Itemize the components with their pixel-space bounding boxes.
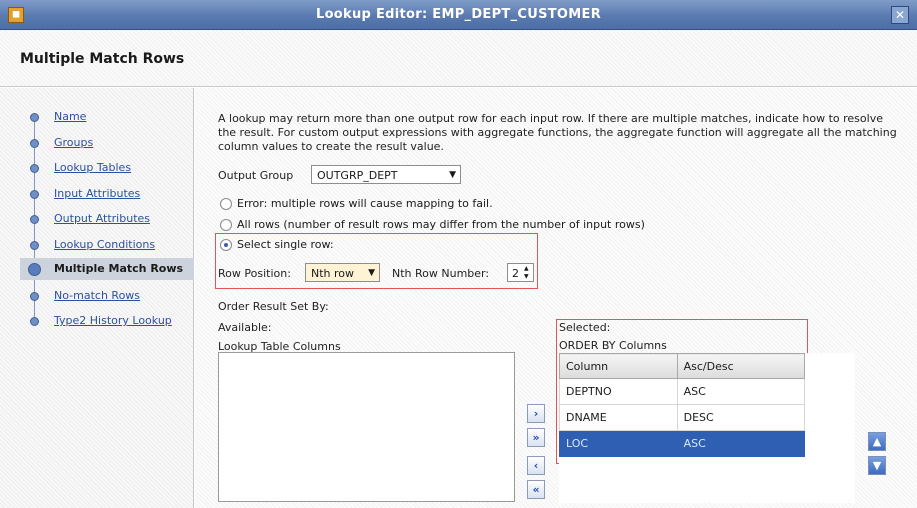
nav-item-input-attributes[interactable]: Input Attributes [20, 183, 194, 205]
nav-item-label: Multiple Match Rows [54, 262, 184, 275]
nth-row-number-label: Nth Row Number: [392, 267, 490, 280]
radio-label: Error: multiple rows will cause mapping … [237, 197, 493, 210]
cell-column: DNAME [559, 404, 678, 431]
nav-item-label: Output Attributes [54, 212, 151, 225]
step-dot-icon [30, 215, 39, 224]
move-all-left-button[interactable]: « [527, 480, 545, 499]
nav-item-no-match-rows[interactable]: No-match Rows [20, 285, 194, 307]
table-row[interactable]: DEPTNO ASC [559, 378, 806, 405]
main-panel: A lookup may return more than one output… [195, 88, 917, 508]
row-position-label: Row Position: [218, 267, 291, 280]
step-dot-icon [30, 190, 39, 199]
move-up-button[interactable]: ▲ [868, 432, 886, 451]
nth-row-number-value: 2 [512, 267, 519, 280]
cell-column: DEPTNO [559, 378, 678, 405]
nav-item-label: Input Attributes [54, 187, 141, 200]
chevron-down-icon: ▼ [449, 170, 456, 180]
radio-button[interactable] [220, 239, 232, 251]
output-group-value: OUTGRP_DEPT [317, 169, 398, 182]
title-bar: ◼ Lookup Editor: EMP_DEPT_CUSTOMER ✕ [0, 0, 917, 30]
selected-header: ORDER BY Columns [559, 339, 667, 352]
radio-button[interactable] [220, 198, 232, 210]
column-header-asc-desc[interactable]: Asc/Desc [676, 353, 806, 379]
nav-item-output-attributes[interactable]: Output Attributes [20, 208, 194, 230]
window-title: Lookup Editor: EMP_DEPT_CUSTOMER [315, 7, 602, 22]
table-row[interactable]: DNAME DESC [559, 404, 806, 431]
available-columns-list[interactable] [218, 352, 515, 502]
radio-label: Select single row: [237, 238, 334, 251]
column-header-column[interactable]: Column [559, 353, 678, 379]
nav-item-label: Groups [54, 136, 94, 149]
output-group-label: Output Group [218, 169, 294, 182]
move-all-right-button[interactable]: » [527, 428, 545, 447]
move-down-button[interactable]: ▼ [868, 456, 886, 475]
wizard-nav: Name Groups Lookup Tables Input Attribut… [0, 88, 194, 508]
spinner-arrows-icon[interactable]: ▲ ▼ [524, 265, 532, 281]
nav-item-label: Name [54, 110, 87, 123]
nav-item-label: No-match Rows [54, 289, 141, 302]
cell-column: LOC [559, 430, 678, 457]
nav-item-lookup-conditions[interactable]: Lookup Conditions [20, 234, 194, 256]
cell-order[interactable]: ASC [676, 378, 806, 405]
nav-item-label: Type2 History Lookup [54, 314, 172, 327]
output-group-select[interactable]: OUTGRP_DEPT ▼ [311, 165, 461, 184]
step-dot-icon [30, 164, 39, 173]
step-dot-icon [30, 317, 39, 326]
nav-item-label: Lookup Tables [54, 161, 132, 174]
step-dot-icon [30, 292, 39, 301]
cell-order[interactable]: DESC [676, 404, 806, 431]
nav-item-label: Lookup Conditions [54, 238, 156, 251]
order-by-label: Order Result Set By: [218, 300, 329, 313]
cell-order[interactable]: ASC [676, 430, 806, 457]
table-row-selected[interactable]: LOC ASC [559, 430, 806, 457]
nav-item-type2-history-lookup[interactable]: Type2 History Lookup [20, 310, 194, 332]
radio-label: All rows (number of result rows may diff… [237, 218, 645, 231]
chevron-down-icon: ▼ [368, 268, 375, 278]
row-position-select[interactable]: Nth row ▼ [305, 263, 380, 282]
row-position-value: Nth row [311, 267, 355, 280]
step-dot-icon [28, 263, 41, 276]
move-right-button[interactable]: › [527, 404, 545, 423]
nth-row-number-spinner[interactable]: 2 ▲ ▼ [507, 263, 534, 282]
description-text: A lookup may return more than one output… [218, 112, 897, 153]
nav-item-groups[interactable]: Groups [20, 132, 194, 154]
page-header: Multiple Match Rows [0, 30, 917, 87]
nav-item-name[interactable]: Name [20, 106, 194, 128]
order-by-table: Column Asc/Desc DEPTNO ASC DNAME DESC LO… [559, 353, 855, 503]
move-left-button[interactable]: ‹ [527, 456, 545, 475]
step-dot-icon [30, 241, 39, 250]
available-label: Available: [218, 321, 272, 334]
nav-item-lookup-tables[interactable]: Lookup Tables [20, 157, 194, 179]
step-dot-icon [30, 139, 39, 148]
step-dot-icon [30, 113, 39, 122]
page-title: Multiple Match Rows [20, 51, 185, 67]
close-button[interactable]: ✕ [891, 6, 909, 24]
nav-item-multiple-match-rows[interactable]: Multiple Match Rows [20, 258, 194, 280]
radio-button[interactable] [220, 219, 232, 231]
selected-label: Selected: [559, 321, 611, 334]
